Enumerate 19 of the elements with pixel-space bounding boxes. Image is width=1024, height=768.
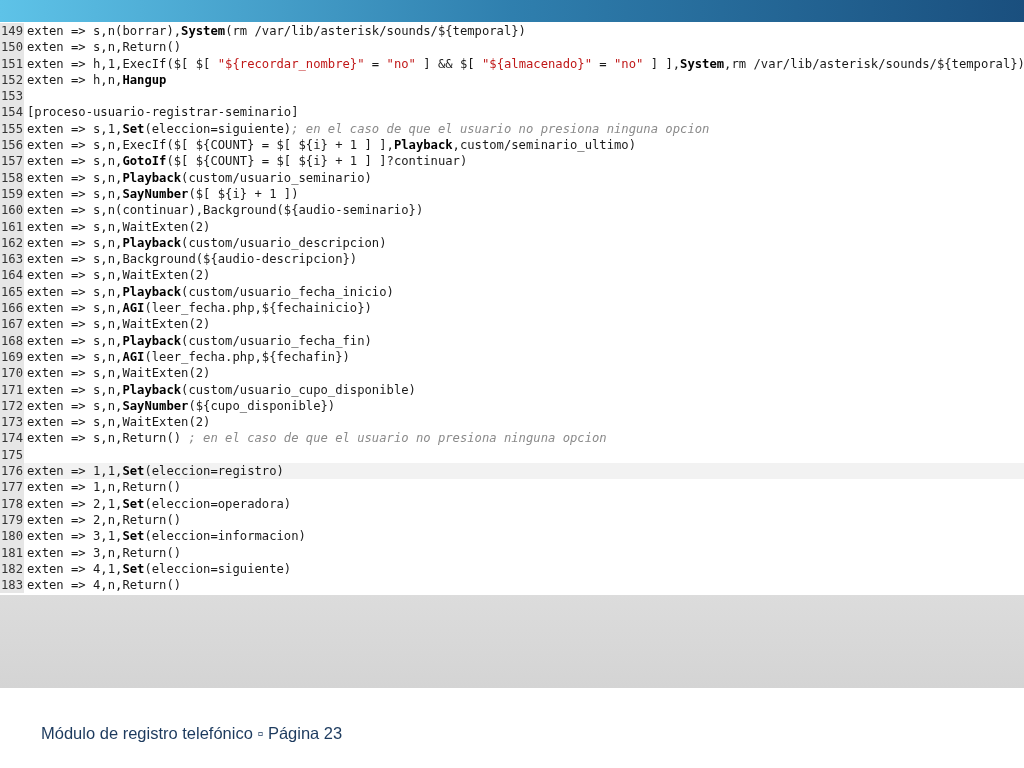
line-number: 170 <box>0 365 24 382</box>
line-number: 150 <box>0 39 24 56</box>
line-number: 156 <box>0 137 24 154</box>
line-number: 174 <box>0 430 24 447</box>
line-number: 163 <box>0 251 24 268</box>
footer-text: Módulo de registro telefónico ▫ Página 23 <box>41 724 343 742</box>
line-number: 176 <box>0 463 24 480</box>
line-number: 153 <box>0 88 24 105</box>
line-number: 173 <box>0 414 24 431</box>
line-number: 164 <box>0 267 24 284</box>
line-number: 183 <box>0 577 24 594</box>
line-number: 160 <box>0 202 24 219</box>
line-number: 177 <box>0 479 24 496</box>
line-number: 157 <box>0 153 24 170</box>
line-number: 166 <box>0 300 24 317</box>
line-number: 167 <box>0 316 24 333</box>
line-number: 154 <box>0 104 24 121</box>
line-number: 149 <box>0 23 24 40</box>
line-number: 180 <box>0 528 24 545</box>
